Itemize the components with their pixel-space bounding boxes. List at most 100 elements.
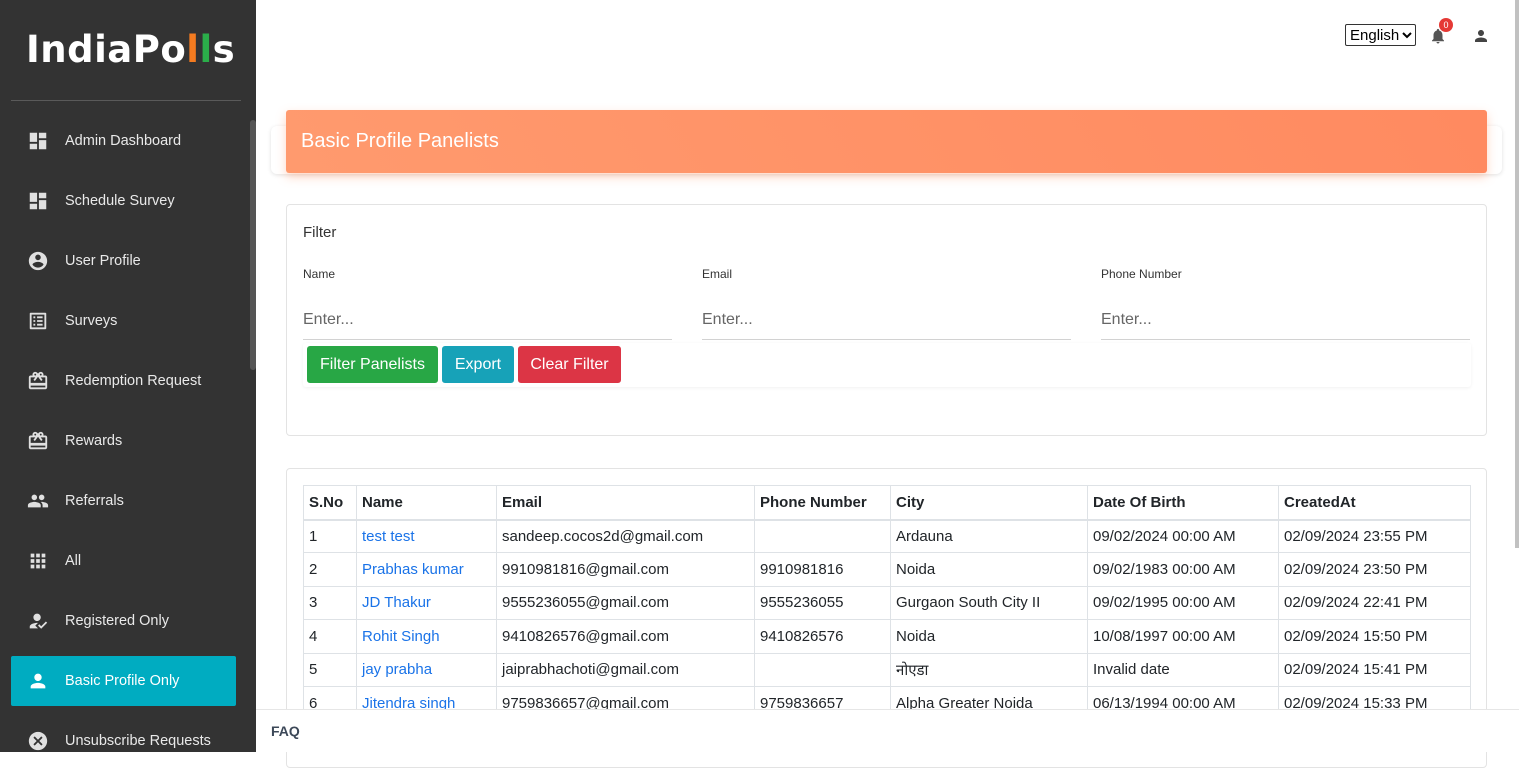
sidebar-item-surveys[interactable]: Surveys xyxy=(11,296,236,346)
faq-link[interactable]: FAQ xyxy=(271,723,300,739)
phone-number-field-label: Phone Number xyxy=(1101,267,1182,281)
cell-created-at: 02/09/2024 15:50 PM xyxy=(1278,619,1471,654)
page-scrollbar[interactable] xyxy=(1515,0,1519,548)
cancel-icon xyxy=(27,730,49,752)
notification-badge: 0 xyxy=(1439,18,1453,32)
language-select[interactable]: English xyxy=(1345,24,1416,46)
cell-city: Ardauna xyxy=(890,518,1088,554)
column-header[interactable]: Name xyxy=(356,485,497,521)
sidebar-item-user-profile[interactable]: User Profile xyxy=(11,236,236,286)
email-field-label: Email xyxy=(702,267,733,281)
column-header[interactable]: City xyxy=(890,485,1088,521)
sidebar-item-label: Referrals xyxy=(65,493,124,509)
column-header[interactable]: S.No xyxy=(303,485,357,521)
page-title-banner: Basic Profile Panelists xyxy=(286,110,1487,173)
sidebar-item-label: Admin Dashboard xyxy=(65,133,182,149)
cell-email: 9410826576@gmail.com xyxy=(496,619,755,654)
sidebar-item-label: User Profile xyxy=(65,253,141,269)
india-polls-logo[interactable]: IndiaPolls xyxy=(26,28,235,71)
sidebar: IndiaPolls Admin Dashboard Schedule Surv… xyxy=(0,0,256,752)
person-icon[interactable] xyxy=(1472,27,1490,45)
cell-city: Gurgaon South City II xyxy=(890,585,1088,621)
table-header-row: S.No Name Email Phone Number City Date O… xyxy=(303,485,1471,521)
cell-email: 9555236055@gmail.com xyxy=(496,585,755,621)
person-icon xyxy=(27,670,49,692)
table-row: 3 JD Thakur 9555236055@gmail.com 9555236… xyxy=(303,585,1471,621)
table-row: 2 Prabhas kumar 9910981816@gmail.com 991… xyxy=(303,552,1471,587)
cell-phone: 9410826576 xyxy=(754,619,891,654)
clear-filter-button[interactable]: Clear Filter xyxy=(518,346,621,383)
export-button[interactable]: Export xyxy=(442,346,514,383)
cell-name-link[interactable]: test test xyxy=(356,518,497,554)
email-field: Email xyxy=(702,267,1071,340)
cell-name-link[interactable]: jay prabha xyxy=(356,652,497,687)
filter-actions: Filter Panelists Export Clear Filter xyxy=(303,343,1471,387)
column-header[interactable]: Phone Number xyxy=(754,485,891,521)
filter-panelists-button[interactable]: Filter Panelists xyxy=(307,346,438,383)
page-title: Basic Profile Panelists xyxy=(301,130,499,152)
how-to-reg-icon xyxy=(27,610,49,632)
cell-name-link[interactable]: Rohit Singh xyxy=(356,619,497,654)
table-row: 5 jay prabha jaiprabhachoti@gmail.com नो… xyxy=(303,652,1471,687)
dashboard-icon xyxy=(27,130,49,152)
cell-sno: 3 xyxy=(303,585,357,621)
language-select-value: English xyxy=(1350,26,1400,44)
column-header[interactable]: Email xyxy=(496,485,755,521)
cell-email: 9910981816@gmail.com xyxy=(496,552,755,587)
cell-phone xyxy=(754,652,891,687)
cell-dob: 09/02/2024 00:00 AM xyxy=(1087,518,1279,554)
sidebar-nav: Admin Dashboard Schedule Survey User Pro… xyxy=(11,116,236,752)
cell-city: Noida xyxy=(890,552,1088,587)
cell-city: Noida xyxy=(890,619,1088,654)
sidebar-item-registered-only[interactable]: Registered Only xyxy=(11,596,236,646)
name-field: Name xyxy=(303,267,672,340)
sidebar-item-label: Unsubscribe Requests xyxy=(65,733,211,749)
column-header[interactable]: CreatedAt xyxy=(1278,485,1471,521)
sidebar-item-redemption-request[interactable]: Redemption Request xyxy=(11,356,236,406)
sidebar-item-label: Basic Profile Only xyxy=(65,673,180,689)
sidebar-item-admin-dashboard[interactable]: Admin Dashboard xyxy=(11,116,236,166)
cell-dob: Invalid date xyxy=(1087,652,1279,687)
sidebar-item-unsubscribe-requests[interactable]: Unsubscribe Requests xyxy=(11,716,236,752)
cell-city: नोएडा xyxy=(890,652,1088,687)
people-icon xyxy=(27,490,49,512)
sidebar-scrollbar[interactable] xyxy=(250,120,256,370)
cell-created-at: 02/09/2024 23:50 PM xyxy=(1278,552,1471,587)
cell-sno: 2 xyxy=(303,552,357,587)
chevron-down-icon xyxy=(1402,32,1412,39)
cell-dob: 09/02/1995 00:00 AM xyxy=(1087,585,1279,621)
cell-phone xyxy=(754,518,891,554)
sidebar-item-referrals[interactable]: Referrals xyxy=(11,476,236,526)
name-input[interactable] xyxy=(303,300,672,340)
cell-sno: 4 xyxy=(303,619,357,654)
sidebar-item-label: Redemption Request xyxy=(65,373,202,389)
filter-card: Filter Name Email Phone Number Filter Pa… xyxy=(286,204,1487,436)
table-row: 4 Rohit Singh 9410826576@gmail.com 94108… xyxy=(303,619,1471,654)
filter-title: Filter xyxy=(303,224,337,241)
cell-email: sandeep.cocos2d@gmail.com xyxy=(496,518,755,554)
column-header[interactable]: Date Of Birth xyxy=(1087,485,1279,521)
cell-name-link[interactable]: Prabhas kumar xyxy=(356,552,497,587)
redeem-icon xyxy=(27,430,49,452)
cell-sno: 5 xyxy=(303,652,357,687)
cell-dob: 10/08/1997 00:00 AM xyxy=(1087,619,1279,654)
sidebar-item-schedule-survey[interactable]: Schedule Survey xyxy=(11,176,236,226)
sidebar-item-rewards[interactable]: Rewards xyxy=(11,416,236,466)
dashboard-icon xyxy=(27,190,49,212)
sidebar-item-basic-profile-only[interactable]: Basic Profile Only xyxy=(11,656,236,706)
email-input[interactable] xyxy=(702,300,1071,340)
cell-created-at: 02/09/2024 15:41 PM xyxy=(1278,652,1471,687)
cell-phone: 9555236055 xyxy=(754,585,891,621)
list-alt-icon xyxy=(27,310,49,332)
phone-number-field: Phone Number xyxy=(1101,267,1470,340)
cell-phone: 9910981816 xyxy=(754,552,891,587)
sidebar-item-label: Surveys xyxy=(65,313,118,329)
apps-icon xyxy=(27,550,49,572)
phone-number-input[interactable] xyxy=(1101,300,1470,340)
sidebar-item-label: Rewards xyxy=(65,433,123,449)
table-row: 1 test test sandeep.cocos2d@gmail.com Ar… xyxy=(303,518,1471,554)
sidebar-item-label: All xyxy=(65,553,82,569)
cell-name-link[interactable]: JD Thakur xyxy=(356,585,497,621)
sidebar-item-all[interactable]: All xyxy=(11,536,236,586)
cell-email: jaiprabhachoti@gmail.com xyxy=(496,652,755,687)
